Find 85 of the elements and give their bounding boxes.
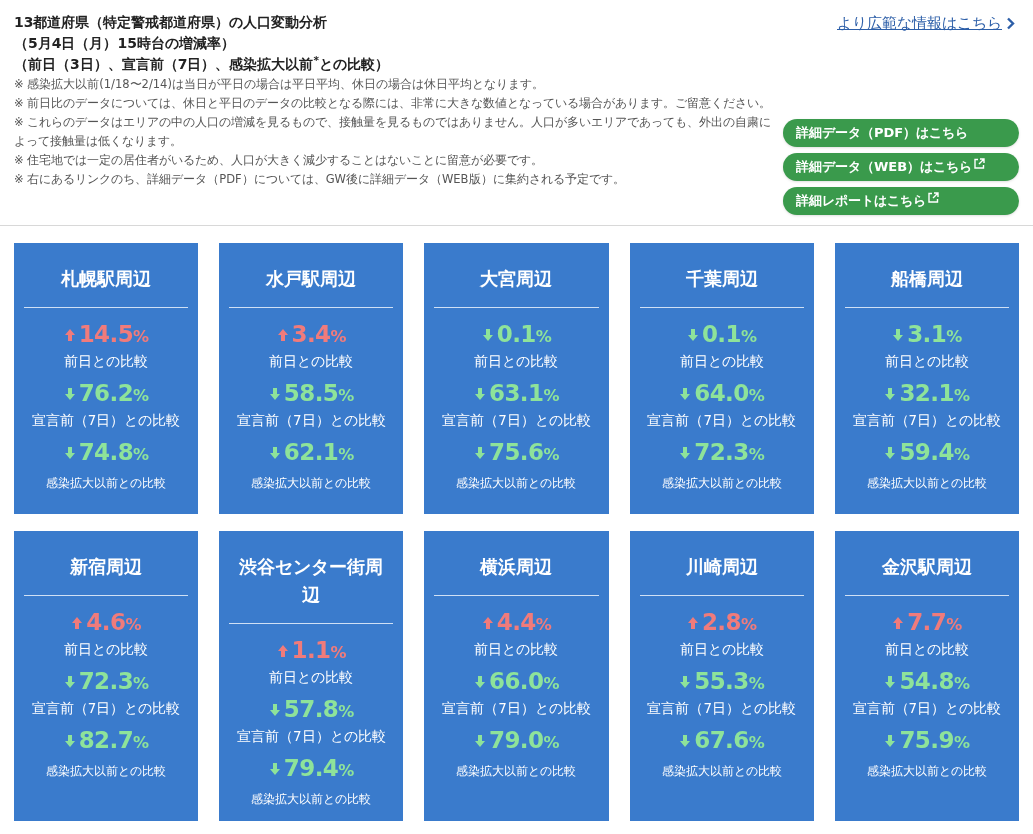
comparison-label: 宣言前（7日）との比較 xyxy=(442,698,591,718)
comparison-label: 宣言前（7日）との比較 xyxy=(31,410,181,430)
note-text: ※ 感染拡大以前(1/18〜2/14)は当日が平日の場合は平日平均、休日の場合は休日平均となります。 xyxy=(14,76,545,93)
area-name: 新宿周辺 xyxy=(69,554,144,579)
comparison-label: 前日との比較 xyxy=(64,351,149,371)
change-value: 58.5% xyxy=(283,378,354,408)
area-name: 金沢駅周辺 xyxy=(880,554,973,579)
change-value: 55.3% xyxy=(694,666,765,696)
comparison-label: 感染拡大以前との比較 xyxy=(661,762,782,780)
comparison-label: 宣言前（7日）との比較 xyxy=(237,410,386,430)
comparison-label: 前日との比較 xyxy=(474,351,559,371)
change-value: 14.5% xyxy=(78,319,149,349)
change-value: 75.6% xyxy=(489,437,559,467)
comparison-label: 感染拡大以前との比較 xyxy=(251,474,372,492)
area-name: 船橋周辺 xyxy=(889,266,964,291)
change-value: 82.7% xyxy=(78,725,149,755)
comparison-label: 宣言前（7日）との比較 xyxy=(31,698,181,718)
note-text: ※ 住宅地では一定の居住者がいるため、人口が大きく減少することはないことに留意が必要です。 xyxy=(14,152,545,169)
comparison-label: 宣言前（7日）との比較 xyxy=(852,698,1002,718)
change-value: 66.0% xyxy=(489,666,559,696)
change-value: 64.0% xyxy=(694,378,765,408)
comparison-label: 前日との比較 xyxy=(269,351,354,371)
comparison-label: 感染拡大以前との比較 xyxy=(46,762,167,780)
comparison-label: 前日との比較 xyxy=(679,351,764,371)
change-value: 63.1% xyxy=(489,378,559,408)
change-value: 7.7% xyxy=(907,607,962,637)
change-value: 57.8% xyxy=(283,694,354,724)
change-value: 74.8% xyxy=(78,437,149,467)
change-value: 54.8% xyxy=(899,666,970,696)
area-name: 渋谷センター街周辺 xyxy=(238,554,385,607)
area-name: 横浜周辺 xyxy=(478,554,554,579)
detail-button[interactable]: 詳細データ（WEB）はこちら xyxy=(783,152,1019,181)
change-value: 3.4% xyxy=(291,319,347,349)
comparison-label: 前日との比較 xyxy=(269,667,354,687)
change-value: 67.6% xyxy=(694,725,765,755)
comparison-label: 感染拡大以前との比較 xyxy=(46,474,167,492)
comparison-label: 感染拡大以前との比較 xyxy=(866,762,987,780)
area-name: 札幌駅周辺 xyxy=(60,266,153,291)
change-value: 4.4% xyxy=(496,607,552,637)
page-title: （前日（3日）、宣言前（7日）、感染拡大以前$^{*}$との比較） xyxy=(14,54,390,74)
note-text: ※ これらのデータはエリアの中の人口の増減を見るもので、接触量を見るものではありません。人口が多いエリアであっても、外出の自粛によって接触量は低くなります。 xyxy=(14,114,773,150)
comparison-label: 宣言前（7日）との比較 xyxy=(647,698,796,718)
detail-button[interactable]: 詳細レポートはこちら xyxy=(783,186,1019,215)
comparison-label: 前日との比較 xyxy=(884,351,969,371)
change-value: 0.1% xyxy=(701,319,757,349)
page-title: 13都道府県（特定警戒都道府県）の人口変動分析 xyxy=(14,13,329,32)
area-name: 大宮周辺 xyxy=(479,266,554,291)
change-value: 32.1% xyxy=(899,378,970,408)
comparison-label: 前日との比較 xyxy=(679,639,764,659)
change-value: 0.1% xyxy=(496,319,552,349)
comparison-label: 宣言前（7日）との比較 xyxy=(852,410,1002,430)
note-text: ※ 右にあるリンクのち、詳細データ（PDF）については、GW後に詳細データ（WEB版）に集約される予定です。 xyxy=(14,171,626,188)
comparison-label: 宣言前（7日）との比較 xyxy=(647,410,796,430)
chevron-right-icon xyxy=(1006,16,1015,30)
external-link-icon xyxy=(928,192,939,203)
detail-button[interactable]: 詳細データ（PDF）はこちら xyxy=(783,118,1019,147)
change-value: 72.3% xyxy=(694,437,765,467)
note-text: ※ 前日比のデータについては、休日と平日のデータの比較となる際には、非常に大きな数値となっている場合があります。ご留意ください。 xyxy=(14,95,773,112)
comparison-label: 前日との比較 xyxy=(884,639,969,659)
change-value: 79.4% xyxy=(283,753,354,783)
change-value: 75.9% xyxy=(899,725,970,755)
more-info-link[interactable]: より広範な情報はこちら xyxy=(837,12,1015,35)
area-name: 川崎周辺 xyxy=(684,554,759,579)
change-value: 72.3% xyxy=(78,666,149,696)
change-value: 62.1% xyxy=(283,437,354,467)
comparison-label: 感染拡大以前との比較 xyxy=(866,474,987,492)
change-value: 76.2% xyxy=(78,378,149,408)
external-link-icon xyxy=(974,158,986,169)
comparison-label: 感染拡大以前との比較 xyxy=(661,474,782,492)
area-name: 水戸駅周辺 xyxy=(264,266,358,291)
area-name: 千葉周辺 xyxy=(684,266,759,291)
change-value: 4.6% xyxy=(86,607,141,637)
comparison-label: 宣言前（7日）との比較 xyxy=(237,726,386,746)
change-value: 79.0% xyxy=(489,725,559,755)
comparison-label: 前日との比較 xyxy=(64,639,149,659)
change-value: 3.1% xyxy=(907,319,962,349)
change-value: 59.4% xyxy=(899,437,970,467)
page-title: （5月4日（月）15時台の増減率） xyxy=(14,34,236,53)
comparison-label: 宣言前（7日）との比較 xyxy=(442,410,591,430)
comparison-label: 感染拡大以前との比較 xyxy=(251,790,372,808)
comparison-label: 感染拡大以前との比較 xyxy=(456,474,577,492)
comparison-label: 前日との比較 xyxy=(474,639,559,659)
comparison-label: 感染拡大以前との比較 xyxy=(456,762,577,780)
change-value: 2.8% xyxy=(701,607,757,637)
change-value: 1.1% xyxy=(291,635,347,665)
